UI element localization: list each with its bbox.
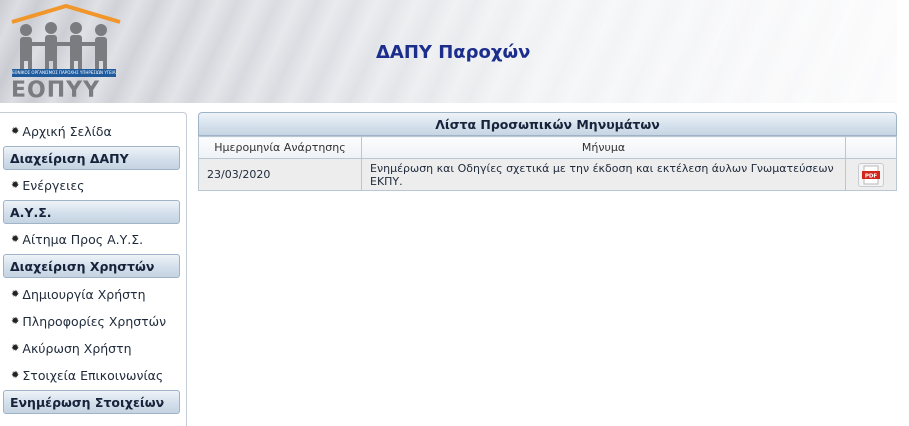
messages-table: Ημερομηνία Ανάρτησης Μήνυμα 23/03/2020 Ε… [198, 136, 897, 191]
header-banner: ΕΘΝΙΚΟΣ ΟΡΓΑΝΙΣΜΟΣ ΠΑΡΟΧΗΣ ΥΠΗΡΕΣΙΩΝ ΥΓΕ… [0, 0, 897, 103]
gear-icon: ✹ [11, 369, 20, 381]
pdf-download-icon: PDF [862, 165, 880, 184]
sidebar-section-ays[interactable]: Α.Υ.Σ. [3, 200, 180, 224]
pdf-icon[interactable]: PDF [858, 162, 884, 187]
sidebar-item-label: Αρχική Σελίδα [22, 123, 112, 139]
sidebar-item-create-user[interactable]: ✹ Δημιουργία Χρήστη [11, 285, 146, 303]
gear-icon: ✹ [11, 288, 20, 300]
messages-title: Λίστα Προσωπικών Μηνυμάτων [198, 112, 897, 136]
eopyy-logo[interactable]: ΕΘΝΙΚΟΣ ΟΡΓΑΝΙΣΜΟΣ ΠΑΡΟΧΗΣ ΥΠΗΡΕΣΙΩΝ ΥΓΕ… [6, 3, 124, 103]
sidebar-item-label: Ενέργειες [22, 177, 85, 193]
gear-icon: ✹ [11, 233, 20, 245]
table-row[interactable]: 23/03/2020 Ενημέρωση και Οδηγίες σχετικά… [198, 158, 897, 191]
svg-text:PDF: PDF [865, 173, 878, 179]
messages-panel: Λίστα Προσωπικών Μηνυμάτων Ημερομηνία Αν… [198, 112, 897, 191]
gear-icon: ✹ [11, 125, 20, 137]
sidebar-item-label: Αίτημα Προς Α.Υ.Σ. [22, 231, 144, 247]
column-header-attachment [845, 136, 897, 159]
gear-icon: ✹ [11, 342, 20, 354]
sidebar-item-cancel-user[interactable]: ✹ Ακύρωση Χρήστη [11, 339, 132, 357]
sidebar-item-label: Δημιουργία Χρήστη [22, 286, 146, 302]
logo-subtitle: ΕΘΝΙΚΟΣ ΟΡΓΑΝΙΣΜΟΣ ΠΑΡΟΧΗΣ ΥΠΗΡΕΣΙΩΝ ΥΓΕ… [12, 69, 116, 77]
logo-text: ΕΟΠΥΥ [11, 78, 101, 103]
attachment-cell: PDF [845, 158, 897, 191]
gear-icon: ✹ [11, 179, 20, 191]
column-header-message[interactable]: Μήνυμα [361, 136, 846, 159]
sidebar-item-label: Πληροφορίες Χρηστών [22, 313, 167, 329]
table-header-row: Ημερομηνία Ανάρτησης Μήνυμα [198, 136, 897, 159]
sidebar-item-actions[interactable]: ✹ Ενέργειες [11, 176, 84, 194]
sidebar-section-update[interactable]: Ενημέρωση Στοιχείων [3, 390, 180, 414]
message-date: 23/03/2020 [198, 158, 362, 191]
sidebar-menu: ✹ Αρχική Σελίδα Διαχείριση ΔΑΠΥ ✹ Ενέργε… [0, 112, 187, 426]
gear-icon: ✹ [11, 315, 20, 327]
sidebar-item-request-ays[interactable]: ✹ Αίτημα Προς Α.Υ.Σ. [11, 230, 143, 248]
sidebar-item-contact-info[interactable]: ✹ Στοιχεία Επικοινωνίας [11, 366, 163, 384]
sidebar-item-label: Ακύρωση Χρήστη [22, 340, 132, 356]
page-title: ΔΑΠΥ Παροχών [376, 42, 531, 63]
sidebar-section-dapy[interactable]: Διαχείριση ΔΑΠΥ [3, 146, 180, 170]
sidebar-item-home[interactable]: ✹ Αρχική Σελίδα [11, 122, 112, 140]
message-text: Ενημέρωση και Οδηγίες σχετικά με την έκδ… [361, 158, 846, 191]
sidebar-item-label: Στοιχεία Επικοινωνίας [22, 367, 164, 383]
sidebar-item-user-info[interactable]: ✹ Πληροφορίες Χρηστών [11, 312, 166, 330]
column-header-date[interactable]: Ημερομηνία Ανάρτησης [198, 136, 362, 159]
sidebar-section-users[interactable]: Διαχείριση Χρηστών [3, 254, 180, 278]
